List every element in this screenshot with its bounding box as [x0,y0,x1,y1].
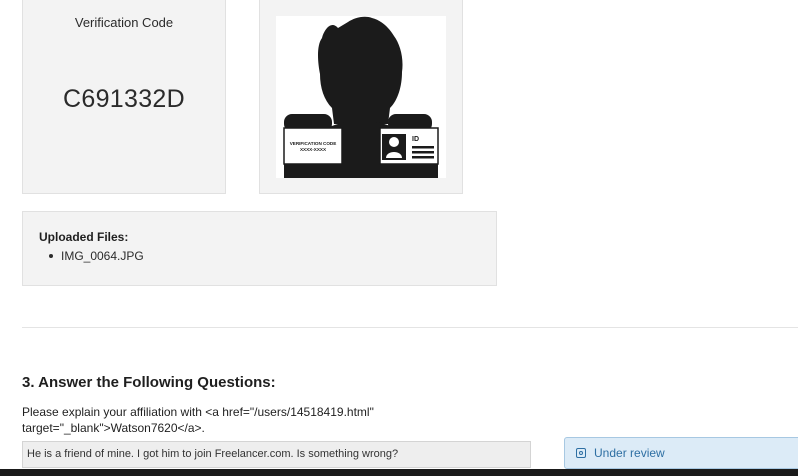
bullet-icon [49,254,53,258]
uploaded-files-title: Uploaded Files: [39,230,129,244]
question-prompt: Please explain your affiliation with <a … [22,405,374,435]
uploaded-files-panel: Uploaded Files: IMG_0064.JPG [22,211,497,286]
section-heading: 3. Answer the Following Questions: [22,374,276,391]
section-divider [22,327,798,328]
review-status-label: Under review [594,446,665,460]
example-card-text-line2: XXXX-XXXX [300,147,327,152]
review-status-badge: Under review [564,437,798,469]
review-status-icon [576,448,586,458]
bottom-bar [0,469,798,476]
uploaded-file-name: IMG_0064.JPG [61,249,144,263]
list-item: IMG_0064.JPG [39,248,144,264]
verification-photo-example: VERIFICATION CODE XXXX-XXXX ID [276,16,446,178]
verification-code-value: C691332D [63,85,185,113]
verification-code-title: Verification Code [74,15,174,30]
person-holding-id-illustration: VERIFICATION CODE XXXX-XXXX ID [283,16,439,178]
uploaded-files-list: IMG_0064.JPG [39,248,144,264]
example-id-label: ID [412,136,419,143]
example-card-text-line1: VERIFICATION CODE [290,141,337,146]
answer-field[interactable]: He is a friend of mine. I got him to joi… [22,441,531,468]
verification-code-card: Verification Code C691332D [22,0,226,194]
verification-photo-example-card: VERIFICATION CODE XXXX-XXXX ID [259,0,463,194]
